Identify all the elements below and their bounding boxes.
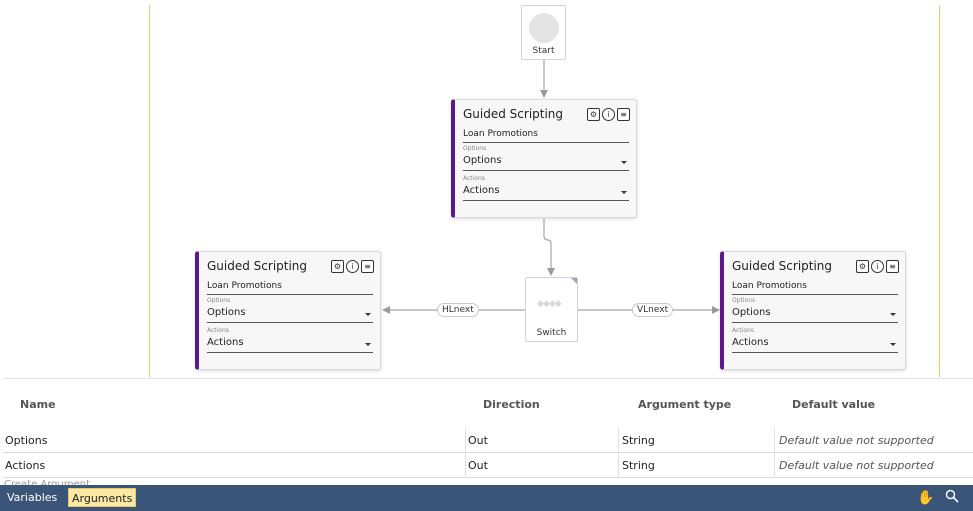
tab-variables[interactable]: Variables (4, 488, 60, 507)
column-header-direction[interactable]: Direction (483, 398, 540, 411)
column-header-argument-type[interactable]: Argument type (638, 398, 731, 411)
options-dropdown-value: Options (732, 307, 771, 318)
zoom-search-icon[interactable] (943, 489, 961, 507)
options-dropdown[interactable]: Options (463, 155, 629, 171)
column-header-default-value[interactable]: Default value (792, 398, 875, 411)
guided-scripting-node-top[interactable]: Guided Scripting ⚙ i ≡ Loan Promotions O… (451, 99, 637, 218)
table-row[interactable]: Actions Out String Default value not sup… (3, 453, 973, 478)
tab-arguments[interactable]: Arguments (68, 488, 137, 507)
node-subtitle: Loan Promotions (207, 281, 373, 295)
cell-argument-type[interactable]: String (622, 434, 655, 447)
designer-bottom-bar: Variables Arguments ✋ (0, 485, 973, 511)
actions-dropdown-value: Actions (732, 337, 769, 348)
info-icon[interactable]: i (346, 260, 359, 273)
actions-dropdown[interactable]: Actions (207, 337, 373, 353)
actions-caption: Actions (207, 327, 229, 334)
workflow-canvas[interactable]: Start Guided Scripting ⚙ i ≡ Loan Promot… (0, 0, 973, 377)
start-circle-icon (529, 13, 559, 43)
node-title: Guided Scripting (732, 259, 833, 273)
options-dropdown[interactable]: Options (732, 307, 898, 323)
settings-icon[interactable]: ⚙ (587, 108, 600, 121)
actions-dropdown-value: Actions (207, 337, 244, 348)
comment-icon[interactable]: ≡ (617, 108, 630, 121)
comment-icon[interactable]: ≡ (361, 260, 374, 273)
cell-direction[interactable]: Out (468, 459, 488, 472)
edge-label-vlnext[interactable]: VLnext (632, 303, 674, 317)
cell-argument-type[interactable]: String (622, 459, 655, 472)
options-dropdown-value: Options (207, 307, 246, 318)
actions-dropdown[interactable]: Actions (732, 337, 898, 353)
chevron-down-icon (365, 343, 371, 346)
corner-flag-icon (571, 278, 577, 284)
table-row[interactable]: Options Out String Default value not sup… (3, 428, 973, 453)
guided-scripting-node-right[interactable]: Guided Scripting ⚙ i ≡ Loan Promotions O… (720, 251, 906, 370)
options-caption: Options (463, 145, 487, 152)
column-divider (774, 453, 775, 478)
chevron-down-icon (890, 313, 896, 316)
column-divider (774, 428, 775, 453)
chevron-down-icon (621, 161, 627, 164)
pan-hand-icon[interactable]: ✋ (917, 489, 935, 507)
panel-divider (3, 378, 973, 382)
column-divider (465, 453, 466, 478)
switch-node[interactable]: ◆◆◆◆ Switch (525, 277, 578, 342)
column-divider (618, 428, 619, 453)
cell-name[interactable]: Actions (5, 459, 45, 472)
settings-icon[interactable]: ⚙ (856, 260, 869, 273)
start-node[interactable]: Start (521, 5, 566, 60)
actions-caption: Actions (732, 327, 754, 334)
options-caption: Options (732, 297, 756, 304)
workflow-designer: Start Guided Scripting ⚙ i ≡ Loan Promot… (0, 0, 973, 511)
info-icon[interactable]: i (602, 108, 615, 121)
info-icon[interactable]: i (871, 260, 884, 273)
settings-icon[interactable]: ⚙ (331, 260, 344, 273)
column-divider (465, 428, 466, 453)
options-caption: Options (207, 297, 231, 304)
cell-direction[interactable]: Out (468, 434, 488, 447)
guided-scripting-node-left[interactable]: Guided Scripting ⚙ i ≡ Loan Promotions O… (195, 251, 381, 370)
chevron-down-icon (365, 313, 371, 316)
cell-default-value: Default value not supported (779, 434, 934, 447)
node-subtitle: Loan Promotions (463, 129, 629, 143)
switch-diamonds-icon: ◆◆◆◆ (537, 299, 562, 309)
arguments-panel: Name Direction Argument type Default val… (0, 377, 973, 485)
start-label: Start (532, 46, 555, 56)
node-title: Guided Scripting (463, 107, 564, 121)
comment-icon[interactable]: ≡ (886, 260, 899, 273)
connector-node-to-switch (543, 219, 555, 276)
options-dropdown-value: Options (463, 155, 502, 166)
node-subtitle: Loan Promotions (732, 281, 898, 295)
actions-dropdown[interactable]: Actions (463, 185, 629, 201)
chevron-down-icon (621, 191, 627, 194)
column-header-name[interactable]: Name (20, 398, 56, 411)
options-dropdown[interactable]: Options (207, 307, 373, 323)
cell-name[interactable]: Options (5, 434, 47, 447)
switch-label: Switch (536, 328, 567, 338)
column-divider (618, 453, 619, 478)
node-title: Guided Scripting (207, 259, 308, 273)
actions-caption: Actions (463, 175, 485, 182)
actions-dropdown-value: Actions (463, 185, 500, 196)
edge-label-hlnext[interactable]: HLnext (437, 303, 479, 317)
chevron-down-icon (890, 343, 896, 346)
cell-default-value: Default value not supported (779, 459, 934, 472)
